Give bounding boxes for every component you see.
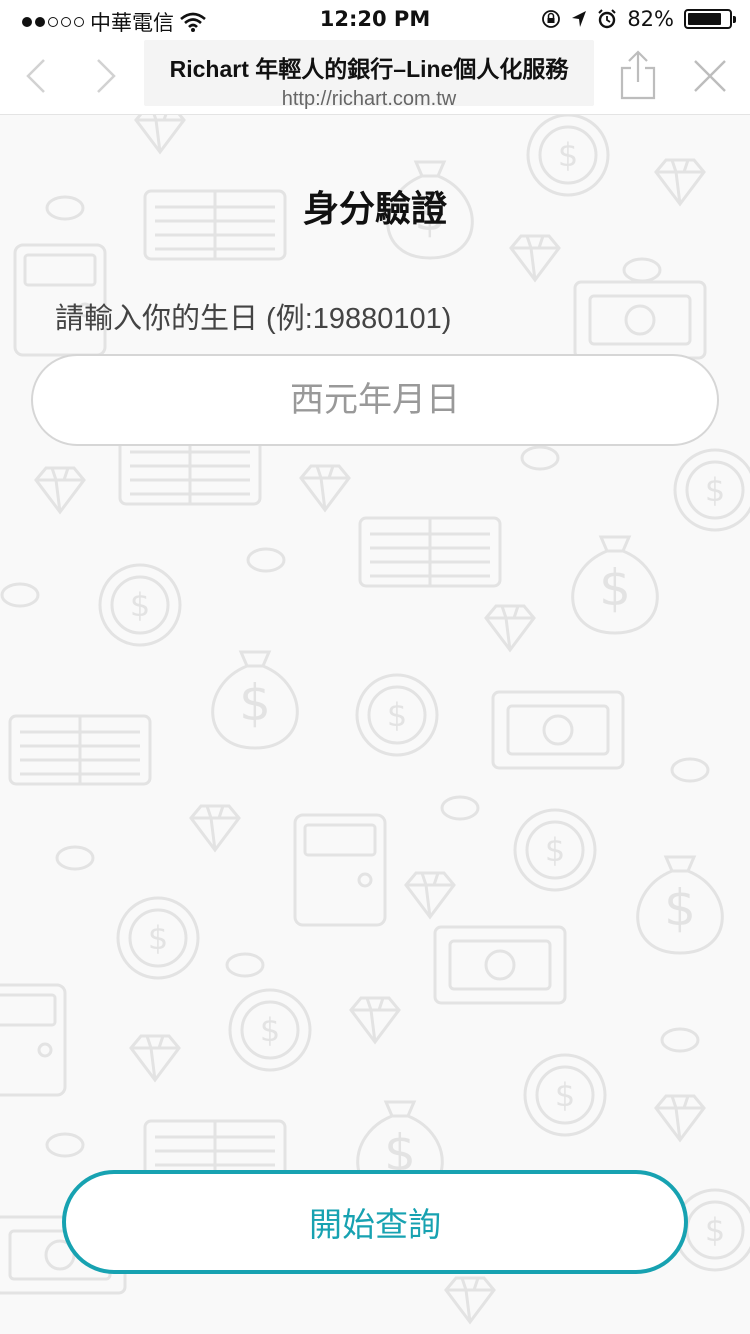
battery-fill xyxy=(688,13,721,25)
close-icon xyxy=(694,60,726,92)
forward-icon xyxy=(97,59,116,93)
share-icon xyxy=(620,50,656,100)
forward-button[interactable] xyxy=(86,56,126,96)
alarm-icon xyxy=(598,9,617,29)
page-title-box[interactable]: Richart 年輕人的銀行–Line個人化服務 http://richart.… xyxy=(144,40,594,110)
start-query-label: 開始查詢 xyxy=(309,1205,441,1244)
status-right: 82% xyxy=(541,7,736,31)
start-query-button[interactable]: 開始查詢 xyxy=(62,1170,688,1274)
status-bar: 中華電信 12:20 PM 82% xyxy=(0,0,750,38)
browser-nav-bar: Richart 年輕人的銀行–Line個人化服務 http://richart.… xyxy=(0,38,750,115)
browser-page-title: Richart 年輕人的銀行–Line個人化服務 xyxy=(169,56,569,82)
back-icon xyxy=(26,59,45,93)
battery-icon xyxy=(684,9,736,29)
share-button[interactable] xyxy=(616,50,660,100)
birthday-label: 請輸入你的生日 (例:19880101) xyxy=(55,303,452,335)
lock-rotation-icon xyxy=(542,10,561,28)
location-arrow-icon xyxy=(572,11,587,27)
page-title: 身分驗證 xyxy=(302,189,447,230)
battery-percent: 82% xyxy=(627,7,674,31)
browser-url: http://richart.com.tw xyxy=(281,88,457,110)
birthday-input[interactable] xyxy=(31,354,719,446)
close-button[interactable] xyxy=(690,56,730,96)
back-button[interactable] xyxy=(16,56,56,96)
